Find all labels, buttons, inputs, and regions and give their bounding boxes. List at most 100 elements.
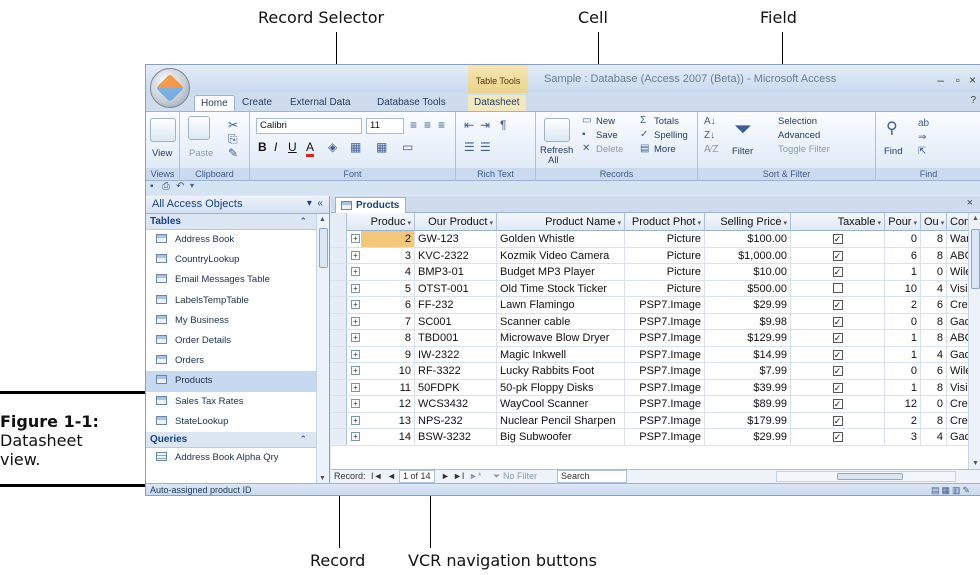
cell-product-id[interactable]: 2: [361, 231, 415, 247]
table-row[interactable]: +4 BMP3-01 Budget MP3 Player Picture $10.00 ✓…: [331, 264, 980, 281]
table-row[interactable]: +13 NPS-232 Nuclear Pencil Sharpen PSP7.Ima…: [331, 412, 980, 429]
column-header-product-name[interactable]: Product Name ▾: [497, 213, 625, 231]
cell-taxable[interactable]: ✓: [791, 264, 885, 280]
cell-ou[interactable]: 0: [921, 264, 947, 280]
totals-button[interactable]: Totals: [654, 116, 679, 127]
view-icon[interactable]: [150, 118, 176, 142]
cell-product-photo[interactable]: PSP7.Image: [625, 412, 705, 428]
select-all-box[interactable]: [331, 213, 347, 231]
find-button[interactable]: Find: [884, 146, 902, 157]
cell-selling-price[interactable]: $10.00: [705, 264, 791, 280]
expand-subdatasheet-icon[interactable]: +: [351, 415, 360, 425]
cell-product-id[interactable]: 11: [361, 379, 415, 395]
cell-taxable[interactable]: ✓: [791, 379, 885, 395]
table-row[interactable]: +11 50FDPK 50-pk Floppy Disks PSP7.Image $39…: [331, 379, 980, 396]
paste-icon[interactable]: [188, 116, 210, 140]
cell-pour[interactable]: 0: [885, 363, 921, 379]
fill-color-icon[interactable]: ◈: [328, 140, 337, 154]
cell-product-photo[interactable]: PSP7.Image: [625, 346, 705, 362]
cell-ou[interactable]: 6: [921, 363, 947, 379]
tab-create[interactable]: Create: [236, 95, 278, 111]
cell-product-photo[interactable]: PSP7.Image: [625, 297, 705, 313]
bullets-icon[interactable]: ☰: [464, 140, 475, 154]
cell-ou[interactable]: 8: [921, 231, 947, 247]
cell-taxable[interactable]: ✓: [791, 346, 885, 362]
nav-item-orders[interactable]: Orders: [146, 351, 329, 371]
cell-our-product[interactable]: KVC-2322: [415, 247, 497, 263]
tab-home[interactable]: Home: [194, 95, 235, 111]
bold-icon[interactable]: B: [258, 140, 267, 154]
table-row[interactable]: +5 OTST-001 Old Time Stock Ticker Picture $5…: [331, 280, 980, 297]
cell-taxable[interactable]: ✓: [791, 396, 885, 412]
cell-product-name[interactable]: Old Time Stock Ticker: [497, 280, 625, 296]
align-center-icon[interactable]: ≡: [424, 118, 431, 132]
cell-our-product[interactable]: SC001: [415, 313, 497, 329]
record-selector[interactable]: [331, 412, 347, 428]
cell-product-photo[interactable]: PSP7.Image: [625, 396, 705, 412]
cell-selling-price[interactable]: $129.99: [705, 330, 791, 346]
cell-product-name[interactable]: Big Subwoofer: [497, 429, 625, 445]
cell-ou[interactable]: 8: [921, 412, 947, 428]
close-document-icon[interactable]: ×: [967, 197, 973, 209]
save-qat-icon[interactable]: ▪: [150, 181, 154, 192]
paragraph-icon[interactable]: ¶: [500, 118, 506, 132]
nav-item-order-details[interactable]: Order Details: [146, 331, 329, 351]
minimize-button[interactable]: –: [937, 73, 944, 87]
cell-ou[interactable]: 0: [921, 396, 947, 412]
cell-selling-price[interactable]: $7.99: [705, 363, 791, 379]
table-row[interactable]: +7 SC001 Scanner cable PSP7.Image $9.98 ✓ 0 8 Ga…: [331, 313, 980, 330]
column-header-our-product[interactable]: Our Product ▾: [415, 213, 497, 231]
new-record-button[interactable]: New: [596, 116, 615, 127]
column-header-selling-price[interactable]: Selling Price ▾: [705, 213, 791, 231]
nav-group-queries[interactable]: Queries ⌃: [146, 431, 329, 448]
nav-item-my-business[interactable]: My Business: [146, 311, 329, 331]
expand-subdatasheet-icon[interactable]: +: [351, 399, 360, 408]
scroll-down-icon[interactable]: ▼: [319, 475, 326, 482]
grid-scroll-thumb[interactable]: [971, 229, 980, 289]
underline-icon[interactable]: U: [288, 140, 297, 154]
sort-ascending-icon[interactable]: A↓: [704, 116, 716, 127]
cell-pour[interactable]: 6: [885, 247, 921, 263]
cell-product-name[interactable]: Microwave Blow Dryer: [497, 330, 625, 346]
advanced-button[interactable]: Advanced: [778, 130, 820, 141]
cell-selling-price[interactable]: $89.99: [705, 396, 791, 412]
column-header-pour[interactable]: Pour ▾: [885, 213, 921, 231]
office-button[interactable]: [150, 68, 190, 108]
cell-ou[interactable]: 4: [921, 280, 947, 296]
tab-database-tools[interactable]: Database Tools: [371, 95, 452, 111]
cell-taxable[interactable]: ✓: [791, 429, 885, 445]
search-field[interactable]: Search: [557, 470, 627, 483]
more-button[interactable]: More: [654, 144, 676, 155]
nav-item-countrylookup[interactable]: CountryLookup: [146, 250, 329, 270]
delete-record-button[interactable]: Delete: [596, 144, 623, 155]
cell-ou[interactable]: 8: [921, 247, 947, 263]
cell-product-photo[interactable]: Picture: [625, 231, 705, 247]
record-selector[interactable]: [331, 313, 347, 329]
nav-pane-controls[interactable]: ▾ «: [307, 198, 323, 209]
cell-product-photo[interactable]: PSP7.Image: [625, 313, 705, 329]
tab-datasheet[interactable]: Datasheet: [468, 95, 526, 111]
nav-item-statelookup[interactable]: StateLookup: [146, 412, 329, 432]
taxable-checkbox[interactable]: ✓: [832, 382, 843, 393]
cell-product-id[interactable]: 10: [361, 363, 415, 379]
cell-our-product[interactable]: FF-232: [415, 297, 497, 313]
column-header-product-id[interactable]: Produc ▾: [361, 213, 415, 231]
cell-taxable[interactable]: [791, 280, 885, 296]
next-record-button[interactable]: ►: [441, 471, 450, 481]
toggle-filter-button[interactable]: Toggle Filter: [778, 144, 830, 155]
nav-scroll-thumb[interactable]: [319, 228, 328, 268]
filter-status[interactable]: No Filter: [503, 471, 537, 481]
cell-product-photo[interactable]: Picture: [625, 280, 705, 296]
table-row[interactable]: +10 RF-3322 Lucky Rabbits Foot PSP7.Image $7…: [331, 363, 980, 380]
taxable-checkbox[interactable]: ✓: [832, 234, 843, 244]
cell-product-photo[interactable]: Picture: [625, 247, 705, 263]
expand-subdatasheet-icon[interactable]: +: [351, 267, 360, 276]
collapse-icon[interactable]: ⌃: [299, 216, 307, 227]
copy-icon[interactable]: ⎘: [228, 132, 238, 147]
cell-product-id[interactable]: 13: [361, 412, 415, 428]
alt-fill-icon[interactable]: ▦: [350, 140, 361, 154]
cell-taxable[interactable]: ✓: [791, 231, 885, 247]
cell-selling-price[interactable]: $14.99: [705, 346, 791, 362]
column-header-taxable[interactable]: Taxable ▾: [791, 213, 885, 231]
view-button[interactable]: View: [152, 148, 172, 159]
